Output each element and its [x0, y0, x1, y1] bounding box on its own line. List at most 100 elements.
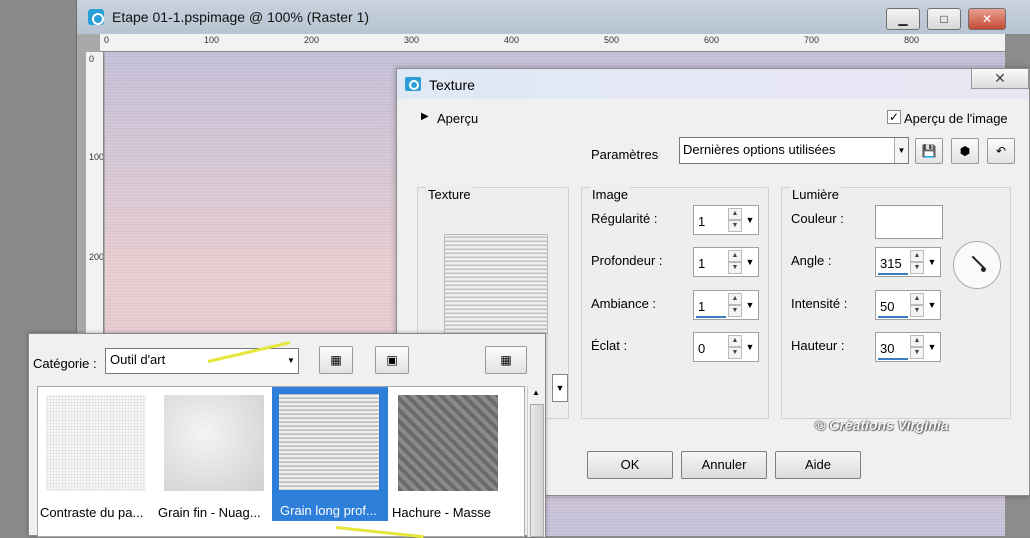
texture-thumbnail: [164, 395, 264, 491]
texture-thumbnail: [46, 395, 146, 491]
ruler-label: 200: [304, 35, 320, 45]
chevron-down-icon: ▼: [894, 138, 908, 163]
tiles-scrollbar[interactable]: ▲: [527, 386, 545, 537]
decrement-icon[interactable]: ▼: [728, 347, 742, 359]
profondeur-stepper[interactable]: 1 ▲ ▼ ▼: [693, 247, 759, 277]
regularite-stepper[interactable]: 1 ▲ ▼ ▼: [693, 205, 759, 235]
increment-icon[interactable]: ▲: [728, 250, 742, 262]
reset-button[interactable]: ↶: [987, 138, 1015, 164]
value-bar: [878, 316, 908, 318]
annuler-button[interactable]: Annuler: [681, 451, 767, 479]
save-icon: 💾: [921, 144, 937, 158]
categorie-value: Outil d'art: [110, 352, 166, 367]
save-preset-button[interactable]: 💾: [915, 138, 943, 164]
couleur-swatch[interactable]: [875, 205, 943, 239]
decrement-icon[interactable]: ▼: [910, 262, 924, 274]
hauteur-stepper[interactable]: 30 ▲ ▼ ▼: [875, 332, 941, 362]
aide-button[interactable]: Aide: [775, 451, 861, 479]
texture-thumbnail: [398, 395, 498, 491]
parametres-select[interactable]: Dernières options utilisées ▼: [679, 137, 909, 164]
grid-icon: ▦: [330, 353, 342, 367]
apercu-toggle[interactable]: Aperçu: [437, 111, 478, 126]
hauteur-label: Hauteur :: [791, 338, 845, 353]
decrement-icon[interactable]: ▼: [910, 305, 924, 317]
value-bar: [878, 273, 908, 275]
ruler-label: 700: [804, 35, 820, 45]
chevron-down-icon[interactable]: ▼: [744, 335, 756, 359]
increment-icon[interactable]: ▲: [728, 208, 742, 220]
eclat-value: 0: [698, 341, 706, 356]
dialog-close-button[interactable]: ✕: [971, 69, 1029, 89]
paintshop-icon: [88, 9, 104, 25]
texture-preview[interactable]: [444, 234, 548, 334]
angle-stepper[interactable]: 315 ▲ ▼ ▼: [875, 247, 941, 277]
options-button[interactable]: ▦: [485, 346, 527, 374]
random-button[interactable]: ⬢: [951, 138, 979, 164]
open-folder-button[interactable]: ▣: [375, 346, 409, 374]
eclat-stepper[interactable]: 0 ▲ ▼ ▼: [693, 332, 759, 362]
ruler-label: 400: [504, 35, 520, 45]
maximize-button[interactable]: □: [927, 8, 961, 30]
tile-caption: Grain long prof...: [280, 503, 377, 518]
categorie-select[interactable]: Outil d'art ▼: [105, 348, 299, 374]
texture-picker: Catégorie : Outil d'art ▼ ▦ ▣ ▦ Contrast…: [28, 333, 546, 537]
ambiance-label: Ambiance :: [591, 296, 657, 311]
ruler-label: 500: [604, 35, 620, 45]
texture-thumbnail: [279, 394, 379, 490]
increment-icon[interactable]: ▲: [728, 293, 742, 305]
window-title: Etape 01-1.pspimage @ 100% (Raster 1): [112, 9, 370, 25]
ruler-label: 300: [404, 35, 420, 45]
chevron-down-icon[interactable]: ▼: [926, 250, 938, 274]
ambiance-value: 1: [698, 299, 706, 314]
reset-icon: ↶: [995, 144, 1007, 158]
increment-icon[interactable]: ▲: [910, 250, 924, 262]
chevron-down-icon[interactable]: ▼: [744, 293, 756, 317]
dice-icon: ⬢: [959, 144, 971, 158]
value-bar: [696, 316, 726, 318]
chevron-down-icon[interactable]: ▼: [926, 293, 938, 317]
minimize-button[interactable]: ▁: [886, 8, 920, 30]
grid-view-button[interactable]: ▦: [319, 346, 353, 374]
ruler-label: 100: [204, 35, 220, 45]
hauteur-value: 30: [880, 341, 895, 356]
decrement-icon[interactable]: ▼: [728, 262, 742, 274]
texture-tile[interactable]: Contraste du pa...: [40, 389, 150, 520]
close-button[interactable]: ✕: [968, 8, 1006, 30]
ruler-label: 100: [89, 152, 104, 162]
texture-tile[interactable]: Hachure - Masse: [392, 389, 502, 520]
ambiance-stepper[interactable]: 1 ▲ ▼ ▼: [693, 290, 759, 320]
texture-group-label: Texture: [426, 187, 473, 202]
scroll-thumb[interactable]: [530, 404, 544, 537]
tile-caption: Contraste du pa...: [40, 505, 144, 520]
increment-icon[interactable]: ▲: [728, 335, 742, 347]
chevron-down-icon[interactable]: ▼: [926, 335, 938, 359]
angle-dial[interactable]: [953, 241, 1001, 289]
expand-triangle-icon[interactable]: ▶: [421, 111, 429, 122]
image-group-label: Image: [590, 187, 631, 202]
chevron-down-icon[interactable]: ▼: [552, 374, 568, 402]
angle-value: 315: [880, 256, 902, 271]
apercu-image-checkbox[interactable]: ✓: [887, 110, 901, 124]
texture-tile[interactable]: Grain fin - Nuag...: [158, 389, 268, 520]
decrement-icon[interactable]: ▼: [728, 220, 742, 232]
ok-button[interactable]: OK: [587, 451, 673, 479]
increment-icon[interactable]: ▲: [910, 293, 924, 305]
decrement-icon[interactable]: ▼: [910, 347, 924, 359]
intensite-stepper[interactable]: 50 ▲ ▼ ▼: [875, 290, 941, 320]
increment-icon[interactable]: ▲: [910, 335, 924, 347]
angle-label: Angle :: [791, 253, 832, 268]
regularite-label: Régularité :: [591, 211, 658, 226]
ruler-label: 0: [89, 54, 95, 64]
folder-icon: ▣: [386, 353, 398, 367]
decrement-icon[interactable]: ▼: [728, 305, 742, 317]
chevron-down-icon[interactable]: ▼: [744, 208, 756, 232]
ruler-label: 600: [704, 35, 720, 45]
couleur-label: Couleur :: [791, 211, 844, 226]
tile-caption: Hachure - Masse: [392, 505, 491, 520]
camera-icon: [405, 77, 421, 91]
dialog-titlebar[interactable]: [397, 69, 1029, 99]
watermark: © Créations Virginia: [815, 417, 949, 433]
scroll-up-icon[interactable]: ▲: [532, 388, 540, 397]
texture-tile-selected[interactable]: Grain long prof...: [272, 387, 388, 521]
chevron-down-icon[interactable]: ▼: [744, 250, 756, 274]
